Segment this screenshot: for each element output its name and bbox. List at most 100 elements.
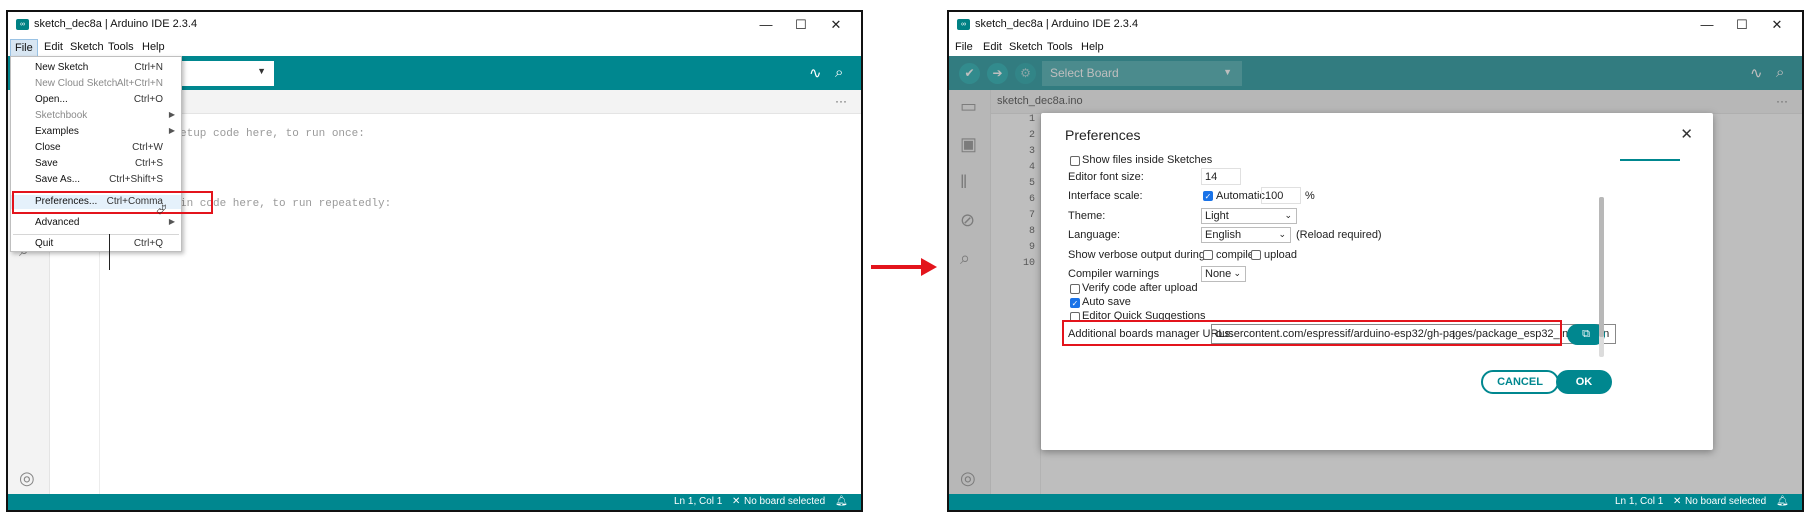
cancel-button[interactable]: CANCEL [1481,370,1559,394]
submenu-arrow-icon: ▶ [168,217,175,226]
menu-bar: File Edit Sketch Tools Help [949,38,1802,56]
maximize-icon[interactable]: ☐ [791,15,811,35]
menu-item-advanced[interactable]: Advanced ▶ [11,216,181,230]
account-icon[interactable]: ◎ [19,468,35,489]
close-icon[interactable]: ✕ [1680,125,1693,143]
reload-note: (Reload required) [1296,229,1382,241]
transition-arrow [871,265,925,269]
language-value: English [1205,229,1242,241]
more-icon[interactable]: ··· [835,94,847,108]
section-underline [1620,159,1680,161]
menu-tools[interactable]: Tools [108,41,134,53]
menu-item-save-as[interactable]: Save As... Ctrl+Shift+S [11,173,181,187]
serial-monitor-icon[interactable]: ⌕ [835,64,843,81]
board-select-dropdown[interactable]: ▼ [178,61,274,86]
chevron-down-icon: ⌄ [1233,268,1241,278]
menu-help[interactable]: Help [142,41,165,53]
font-size-label: Editor font size: [1068,171,1144,183]
verbose-label: Show verbose output during [1068,249,1205,261]
auto-save-checkbox[interactable]: ✓ [1070,298,1080,308]
submenu-arrow-icon: ▶ [168,110,175,119]
cursor-position: Ln 1, Col 1 [1615,496,1664,507]
language-label: Language: [1068,229,1120,241]
arduino-app-icon: ∞ [957,19,970,30]
font-size-input[interactable]: 14 [1201,168,1241,185]
verify-upload-checkbox[interactable] [1070,284,1080,294]
board-status[interactable]: No board selected [1685,496,1766,507]
menu-file[interactable]: File [955,41,973,53]
arduino-app-icon: ∞ [16,19,29,30]
right-arduino-window: ∞ sketch_dec8a | Arduino IDE 2.3.4 — ☐ ✕… [947,10,1804,512]
title-bar: ∞ sketch_dec8a | Arduino IDE 2.3.4 — ☐ ✕ [949,12,1802,38]
show-files-checkbox[interactable] [1070,156,1080,166]
maximize-icon[interactable]: ☐ [1732,15,1752,35]
dialog-title: Preferences [1065,127,1141,143]
arrow-head-icon [921,258,937,276]
serial-plotter-icon[interactable]: ∿ [809,64,822,82]
theme-label: Theme: [1068,210,1106,222]
code-line: etup code here, to run once: [180,128,365,140]
minimize-icon[interactable]: — [1697,15,1717,35]
scale-input[interactable]: 100 [1261,187,1301,204]
chevron-down-icon: ▼ [257,66,266,76]
menu-item-quit[interactable]: Quit Ctrl+Q [11,237,181,251]
file-menu: New Sketch Ctrl+N New Cloud Sketch Alt+Ctr… [10,56,182,252]
verify-upload-label: Verify code after upload [1082,282,1198,294]
menu-item-new-sketch[interactable]: New Sketch Ctrl+N [11,61,181,75]
bell-icon[interactable]: 🔔︎ [835,496,848,507]
interface-scale-label: Interface scale: [1068,190,1143,202]
menu-item-open[interactable]: Open... Ctrl+O [11,93,181,107]
upload-label: upload [1264,249,1298,261]
preferences-dialog: Preferences ✕ Show files inside Sketches… [1041,113,1713,450]
menu-bar: File Edit Sketch Tools Help [8,38,861,57]
theme-value: Light [1205,210,1229,222]
menu-item-save[interactable]: Save Ctrl+S [11,157,181,171]
chevron-down-icon: ⌄ [1278,229,1286,239]
window-title: sketch_dec8a | Arduino IDE 2.3.4 [975,18,1139,30]
cursor-position: Ln 1, Col 1 [674,496,723,507]
menu-item-close[interactable]: Close Ctrl+W [11,141,181,155]
scrollbar-thumb[interactable] [1599,197,1604,337]
menu-item-sketchbook[interactable]: Sketchbook ▶ [11,109,181,123]
close-window-icon[interactable]: ✕ [1767,15,1787,35]
close-icon: ✕ [732,496,741,507]
preferences-highlight-box [12,191,213,214]
left-arduino-window: ∞ sketch_dec8a | Arduino IDE 2.3.4 — ☐ ✕… [6,10,863,512]
menu-edit[interactable]: Edit [983,41,1002,53]
bell-icon[interactable]: 🔔︎ [1776,496,1789,507]
theme-select[interactable]: Light ⌄ [1201,208,1297,224]
text-cursor-icon: I [1452,328,1456,342]
menu-sketch[interactable]: Sketch [70,41,104,53]
show-files-label: Show files inside Sketches [1082,154,1213,166]
submenu-arrow-icon: ▶ [168,126,175,135]
status-bar: Ln 1, Col 1 ✕ No board selected 🔔︎ [949,494,1802,510]
window-title: sketch_dec8a | Arduino IDE 2.3.4 [34,18,198,30]
menu-sketch[interactable]: Sketch [1009,41,1043,53]
percent-label: % [1305,190,1315,202]
automatic-scale-checkbox[interactable]: ✓ [1203,191,1213,201]
verbose-upload-checkbox[interactable] [1251,250,1261,260]
menu-file[interactable]: File [10,39,38,57]
board-status[interactable]: No board selected [744,496,825,507]
minimize-icon[interactable]: — [756,15,776,35]
compiler-warnings-label: Compiler warnings [1068,268,1160,280]
verbose-compile-checkbox[interactable] [1203,250,1213,260]
warnings-value: None [1205,268,1232,280]
menu-edit[interactable]: Edit [44,41,63,53]
menu-item-examples[interactable]: Examples ▶ [11,125,181,139]
close-icon: ✕ [1673,496,1682,507]
menu-item-new-cloud-sketch[interactable]: New Cloud Sketch Alt+Ctrl+N [11,77,181,91]
menu-help[interactable]: Help [1081,41,1104,53]
language-select[interactable]: English ⌄ [1201,227,1291,243]
urls-highlight-box [1062,320,1562,346]
close-window-icon[interactable]: ✕ [826,15,846,35]
chevron-down-icon: ⌄ [1284,210,1292,220]
menu-tools[interactable]: Tools [1047,41,1073,53]
menu-separator [13,234,179,235]
auto-save-label: Auto save [1082,296,1131,308]
compile-label: compile [1216,249,1254,261]
mouse-pointer-icon: ⮰ [156,202,167,217]
text-cursor-line [109,234,110,270]
compiler-warnings-select[interactable]: None ⌄ [1201,266,1246,282]
ok-button[interactable]: OK [1556,370,1612,394]
